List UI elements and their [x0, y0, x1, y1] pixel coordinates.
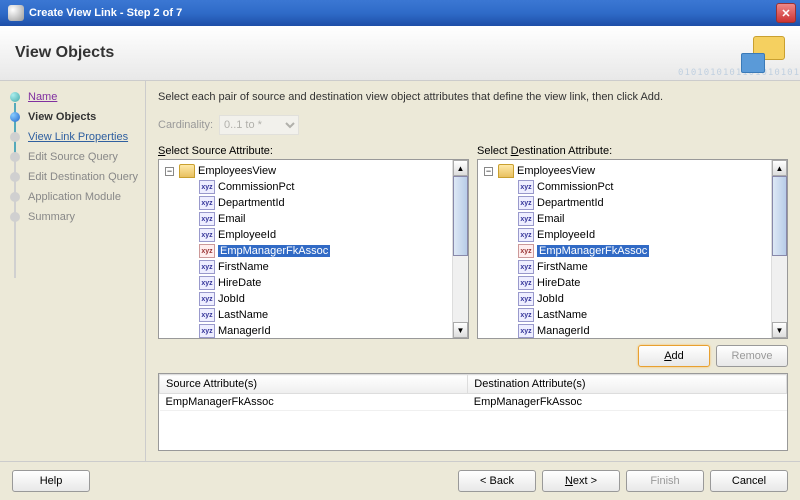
content-pane: Select each pair of source and destinati… [145, 81, 800, 461]
source-attribute-tree[interactable]: −EmployeesViewxyzCommissionPctxyzDepartm… [158, 159, 469, 339]
back-button[interactable]: < Back [458, 470, 536, 492]
next-button[interactable]: Next > [542, 470, 620, 492]
tree-item[interactable]: xyzEmail [480, 211, 769, 227]
scrollbar[interactable]: ▲ ▼ [771, 160, 787, 338]
wizard-step-5: Application Module [10, 191, 140, 203]
instruction-text: Select each pair of source and destinati… [158, 91, 788, 103]
app-icon [8, 5, 24, 21]
col-dest[interactable]: Destination Attribute(s) [468, 375, 787, 394]
add-button[interactable]: Add [638, 345, 710, 367]
tree-item[interactable]: xyzCommissionPct [480, 179, 769, 195]
scroll-thumb[interactable] [453, 176, 468, 256]
tree-root[interactable]: −EmployeesView [480, 163, 769, 179]
attribute-icon: xyz [199, 276, 215, 290]
attribute-icon: xyz [199, 180, 215, 194]
attribute-icon: xyz [518, 292, 534, 306]
fk-icon: xyz [199, 244, 215, 258]
attribute-icon: xyz [518, 212, 534, 226]
wizard-step-0[interactable]: Name [10, 91, 140, 103]
remove-button[interactable]: Remove [716, 345, 788, 367]
attribute-pairs-table[interactable]: Source Attribute(s) Destination Attribut… [158, 373, 788, 451]
attribute-icon: xyz [518, 260, 534, 274]
wizard-step-4: Edit Destination Query [10, 171, 140, 183]
attribute-icon: xyz [518, 228, 534, 242]
scrollbar[interactable]: ▲ ▼ [452, 160, 468, 338]
scroll-up-icon[interactable]: ▲ [772, 160, 787, 176]
window-title: Create View Link - Step 2 of 7 [29, 7, 776, 19]
close-button[interactable]: ✕ [776, 3, 796, 23]
tree-item[interactable]: xyzManagerId [161, 323, 450, 339]
wizard-step-3: Edit Source Query [10, 151, 140, 163]
attribute-icon: xyz [199, 196, 215, 210]
cancel-button[interactable]: Cancel [710, 470, 788, 492]
attribute-icon: xyz [518, 308, 534, 322]
col-source[interactable]: Source Attribute(s) [160, 375, 468, 394]
tree-item[interactable]: xyzManagerId [480, 323, 769, 339]
tree-item[interactable]: xyzHireDate [480, 275, 769, 291]
tree-item[interactable]: xyzFirstName [161, 259, 450, 275]
cardinality-row: Cardinality: 0..1 to * [158, 115, 788, 135]
tree-item[interactable]: xyzCommissionPct [161, 179, 450, 195]
attribute-icon: xyz [199, 308, 215, 322]
wizard-step-1[interactable]: View Objects [10, 111, 140, 123]
dest-attribute-tree[interactable]: −EmployeesViewxyzCommissionPctxyzDepartm… [477, 159, 788, 339]
wizard-footer: Help < Back Next > Finish Cancel [0, 461, 800, 499]
attribute-icon: xyz [199, 228, 215, 242]
scroll-thumb[interactable] [772, 176, 787, 256]
page-title: View Objects [15, 44, 114, 62]
tree-item[interactable]: xyzDepartmentId [161, 195, 450, 211]
table-row[interactable]: EmpManagerFkAssocEmpManagerFkAssoc [160, 394, 787, 411]
cardinality-select[interactable]: 0..1 to * [219, 115, 299, 135]
source-attribute-label: Select Source Attribute: [158, 145, 469, 157]
scroll-down-icon[interactable]: ▼ [772, 322, 787, 338]
tree-root[interactable]: −EmployeesView [161, 163, 450, 179]
attribute-icon: xyz [199, 212, 215, 226]
folder-icon [498, 164, 514, 178]
tree-item[interactable]: xyzHireDate [161, 275, 450, 291]
dest-attribute-label: Select Destination Attribute: [477, 145, 788, 157]
wizard-steps-sidebar: Name View Objects View Link Properties Edit… [0, 81, 145, 461]
finish-button[interactable]: Finish [626, 470, 704, 492]
tree-item[interactable]: xyzFirstName [480, 259, 769, 275]
attribute-icon: xyz [518, 324, 534, 338]
wizard-header: View Objects 0101010101101010101 [0, 26, 800, 81]
tree-item[interactable]: xyzEmpManagerFkAssoc [161, 243, 450, 259]
tree-item[interactable]: xyzLastName [161, 307, 450, 323]
tree-item[interactable]: xyzEmail [161, 211, 450, 227]
attribute-icon: xyz [199, 292, 215, 306]
attribute-icon: xyz [518, 196, 534, 210]
help-button[interactable]: Help [12, 470, 90, 492]
scroll-down-icon[interactable]: ▼ [453, 322, 468, 338]
tree-item[interactable]: xyzEmpManagerFkAssoc [480, 243, 769, 259]
tree-item[interactable]: xyzLastName [480, 307, 769, 323]
title-bar: Create View Link - Step 2 of 7 ✕ [0, 0, 800, 26]
tree-item[interactable]: xyzEmployeeId [480, 227, 769, 243]
fk-icon: xyz [518, 244, 534, 258]
wizard-step-6: Summary [10, 211, 140, 223]
attribute-icon: xyz [518, 276, 534, 290]
tree-item[interactable]: xyzJobId [480, 291, 769, 307]
wizard-step-2[interactable]: View Link Properties [10, 131, 140, 143]
tree-item[interactable]: xyzJobId [161, 291, 450, 307]
folder-icon [179, 164, 195, 178]
scroll-up-icon[interactable]: ▲ [453, 160, 468, 176]
attribute-icon: xyz [199, 260, 215, 274]
attribute-icon: xyz [518, 180, 534, 194]
tree-item[interactable]: xyzEmployeeId [161, 227, 450, 243]
header-graphic-icon [730, 31, 790, 76]
tree-item[interactable]: xyzDepartmentId [480, 195, 769, 211]
attribute-icon: xyz [199, 324, 215, 338]
cardinality-label: Cardinality: [158, 119, 213, 131]
